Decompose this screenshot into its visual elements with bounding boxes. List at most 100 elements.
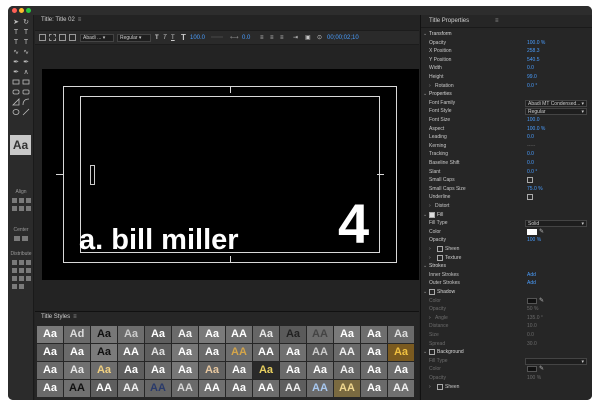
shadow-checkbox[interactable] [429, 289, 435, 295]
title-tab[interactable]: Title: Title 02 ≡ [41, 17, 81, 23]
style-swatch[interactable]: AA [334, 344, 360, 361]
style-swatch[interactable]: AA [280, 380, 306, 397]
align-middle-icon[interactable] [19, 206, 24, 211]
style-swatch[interactable]: Aa [172, 344, 198, 361]
style-swatch[interactable]: Aa [145, 326, 171, 343]
style-swatch[interactable]: Aa [91, 344, 117, 361]
roll-crawl-icon[interactable] [49, 34, 56, 41]
style-swatch[interactable]: Aa [280, 362, 306, 379]
color-swatch[interactable] [527, 297, 537, 304]
style-swatch[interactable]: AA [307, 326, 333, 343]
distribute-left-icon[interactable] [12, 260, 17, 265]
align-bottom-icon[interactable] [26, 206, 31, 211]
path-type-tool-icon[interactable]: ∿ [11, 48, 21, 57]
center-vertical-icon[interactable] [22, 236, 28, 241]
font-family-select[interactable]: Abadi MT Condensed... ▾ [525, 99, 587, 107]
style-swatch[interactable]: Aa [172, 326, 198, 343]
font-family-select[interactable]: Abadi ... ▾ [80, 34, 114, 42]
style-swatch[interactable]: Aa [253, 362, 279, 379]
style-swatch[interactable]: Aa [280, 326, 306, 343]
style-swatch[interactable]: AA [307, 344, 333, 361]
styles-menu-icon[interactable]: ≡ [73, 314, 77, 320]
ellipse-tool-icon[interactable] [11, 108, 21, 117]
arc-tool-icon[interactable] [21, 98, 31, 107]
style-swatch[interactable]: AA [199, 380, 225, 397]
fill-type-select[interactable]: ▾ [525, 357, 587, 365]
underline-button[interactable]: T [171, 34, 175, 42]
background-checkbox[interactable] [429, 349, 435, 356]
add-anchor-tool-icon[interactable]: ✒ [11, 68, 21, 77]
style-swatch[interactable]: Aa [361, 344, 387, 361]
style-swatch[interactable]: Aa [37, 344, 63, 361]
new-title-icon[interactable] [39, 34, 46, 41]
style-swatch[interactable]: AA [172, 380, 198, 397]
style-swatch[interactable]: AA [64, 380, 90, 397]
pen-tool-icon[interactable]: ✒ [11, 58, 21, 67]
clipped-corner-rectangle-tool-icon[interactable] [21, 78, 31, 87]
font-size-value[interactable]: 100.0 [190, 34, 205, 42]
distribute-space-v-icon[interactable] [19, 284, 24, 289]
style-swatch[interactable]: Aa [388, 362, 414, 379]
style-swatch[interactable]: Aa [226, 380, 252, 397]
style-swatch[interactable]: AA [145, 380, 171, 397]
style-swatch[interactable]: Aa [118, 362, 144, 379]
panel-menu-icon[interactable]: ≡ [78, 17, 82, 23]
style-swatch[interactable]: Aa [64, 344, 90, 361]
color-swatch[interactable] [527, 366, 537, 373]
title-number-text[interactable]: 4 [338, 196, 369, 252]
style-swatch[interactable]: Aa [145, 362, 171, 379]
style-swatch[interactable]: AA [307, 380, 333, 397]
convert-anchor-tool-icon[interactable]: ∧ [21, 68, 31, 77]
style-swatch[interactable]: Aa [388, 344, 414, 361]
rounded-rectangle-tool-icon[interactable] [11, 88, 21, 97]
tracking-value[interactable]: 0.0 [242, 34, 250, 42]
sheen-checkbox[interactable] [437, 246, 443, 252]
style-swatch[interactable]: Aa [226, 362, 252, 379]
style-swatch[interactable]: Aa [172, 362, 198, 379]
style-swatch[interactable]: Aa [37, 380, 63, 397]
style-swatch[interactable]: Aa [280, 344, 306, 361]
style-swatch[interactable]: AA [118, 344, 144, 361]
vertical-area-type-tool-icon[interactable]: T [21, 38, 31, 47]
timecode-value[interactable]: 00;00;02;10 [327, 34, 359, 42]
properties-menu-icon[interactable]: ≡ [495, 18, 499, 24]
style-swatch[interactable]: AA [226, 326, 252, 343]
distribute-top-icon[interactable] [12, 268, 17, 273]
bold-button[interactable]: T [155, 34, 159, 42]
style-swatch[interactable]: Aa [307, 362, 333, 379]
line-tool-icon[interactable] [21, 108, 31, 117]
distribute-vertical-icon[interactable] [19, 276, 24, 281]
templates-icon[interactable] [69, 34, 76, 41]
texture-checkbox[interactable] [437, 254, 443, 261]
title-caption-text[interactable]: a. bill miller [79, 224, 239, 257]
underline-checkbox[interactable] [527, 194, 533, 201]
style-swatch[interactable]: Aa [199, 326, 225, 343]
style-swatch[interactable]: AA [253, 380, 279, 397]
style-swatch[interactable]: Aa [91, 362, 117, 379]
style-swatch[interactable]: Aa [37, 326, 63, 343]
style-swatch[interactable]: Ad [64, 326, 90, 343]
fill-type-select[interactable]: Solid ▾ [525, 220, 587, 228]
style-swatch[interactable]: AA [253, 344, 279, 361]
distribute-horizontal-icon[interactable] [12, 276, 17, 281]
style-swatch[interactable]: Aa [199, 362, 225, 379]
font-style-select[interactable]: Regular ▾ [525, 108, 587, 116]
vertical-path-type-tool-icon[interactable]: ∿ [21, 48, 31, 57]
distribute-even-icon[interactable] [26, 276, 31, 281]
text-cursor-box[interactable] [90, 165, 95, 185]
rounded-corner-rectangle-tool-icon[interactable] [21, 88, 31, 97]
type-tool-icon[interactable]: T [11, 28, 21, 37]
sheen-checkbox[interactable] [437, 383, 443, 390]
distribute-middle-icon[interactable] [19, 268, 24, 273]
style-swatch[interactable]: Aa [253, 326, 279, 343]
area-type-tool-icon[interactable]: T [11, 38, 21, 47]
close-window-button[interactable] [12, 8, 17, 13]
minimize-window-button[interactable] [19, 8, 24, 13]
style-swatch[interactable]: Aa [64, 362, 90, 379]
zoom-window-button[interactable] [26, 8, 31, 13]
style-swatch[interactable]: Aa [37, 362, 63, 379]
style-swatch[interactable]: AA [91, 380, 117, 397]
selection-tool-icon[interactable]: ➤ [11, 18, 21, 27]
style-swatch[interactable]: Aa [334, 326, 360, 343]
align-left-icon[interactable] [12, 198, 17, 203]
